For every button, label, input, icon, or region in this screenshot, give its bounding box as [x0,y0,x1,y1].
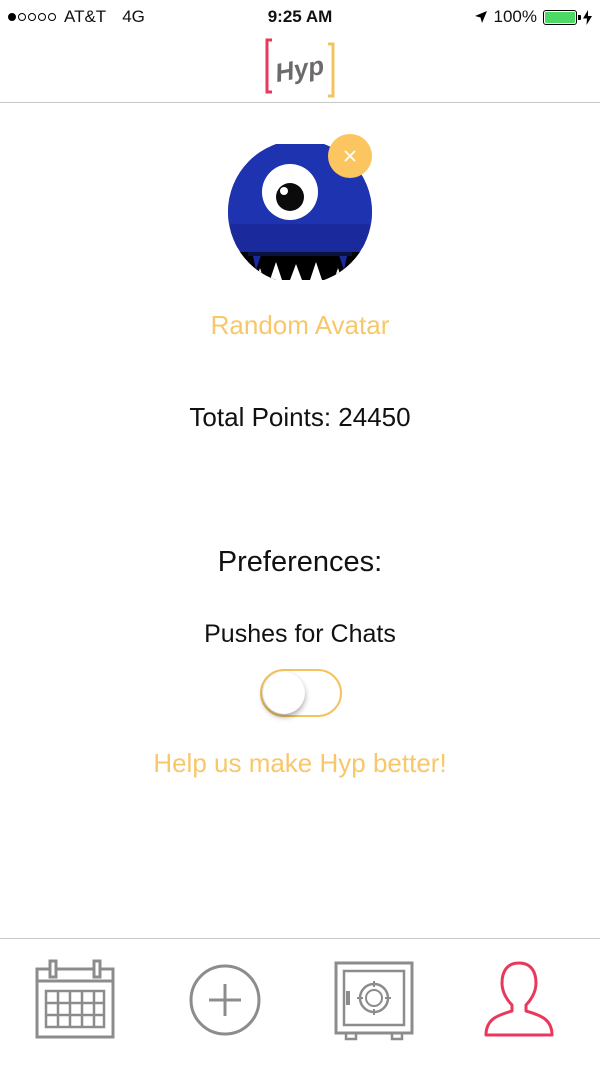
app-header: Hyp [0,36,600,103]
tab-calendar[interactable] [32,957,118,1043]
safe-icon [334,961,414,1041]
random-avatar-button[interactable]: Random Avatar [0,310,600,341]
user-icon [484,961,554,1037]
tab-profile[interactable] [476,957,562,1043]
pushes-for-chats-label: Pushes for Chats [204,620,396,648]
hyp-logo: Hyp [265,38,335,98]
tab-vault[interactable] [332,957,418,1043]
close-icon [344,150,356,162]
help-link[interactable]: Help us make Hyp better! [0,748,600,779]
status-bar: AT&T 4G 9:25 AM 100% [0,0,600,36]
pushes-toggle[interactable] [260,669,342,717]
plus-circle-icon [189,964,261,1036]
location-arrow-icon [474,11,487,23]
logo-text: Hyp [273,50,327,88]
charging-bolt-icon [583,9,592,25]
tab-add[interactable] [182,957,268,1043]
tab-bar [0,938,600,1068]
avatar-container [228,134,374,280]
battery-icon [543,9,581,25]
status-right: 100% [474,7,592,27]
calendar-icon [35,959,115,1039]
toggle-knob [263,672,305,714]
remove-avatar-button[interactable] [328,134,372,178]
battery-percent: 100% [493,7,537,26]
preferences-heading: Preferences: [217,546,383,578]
total-points-label: Total Points: 24450 [189,402,411,432]
